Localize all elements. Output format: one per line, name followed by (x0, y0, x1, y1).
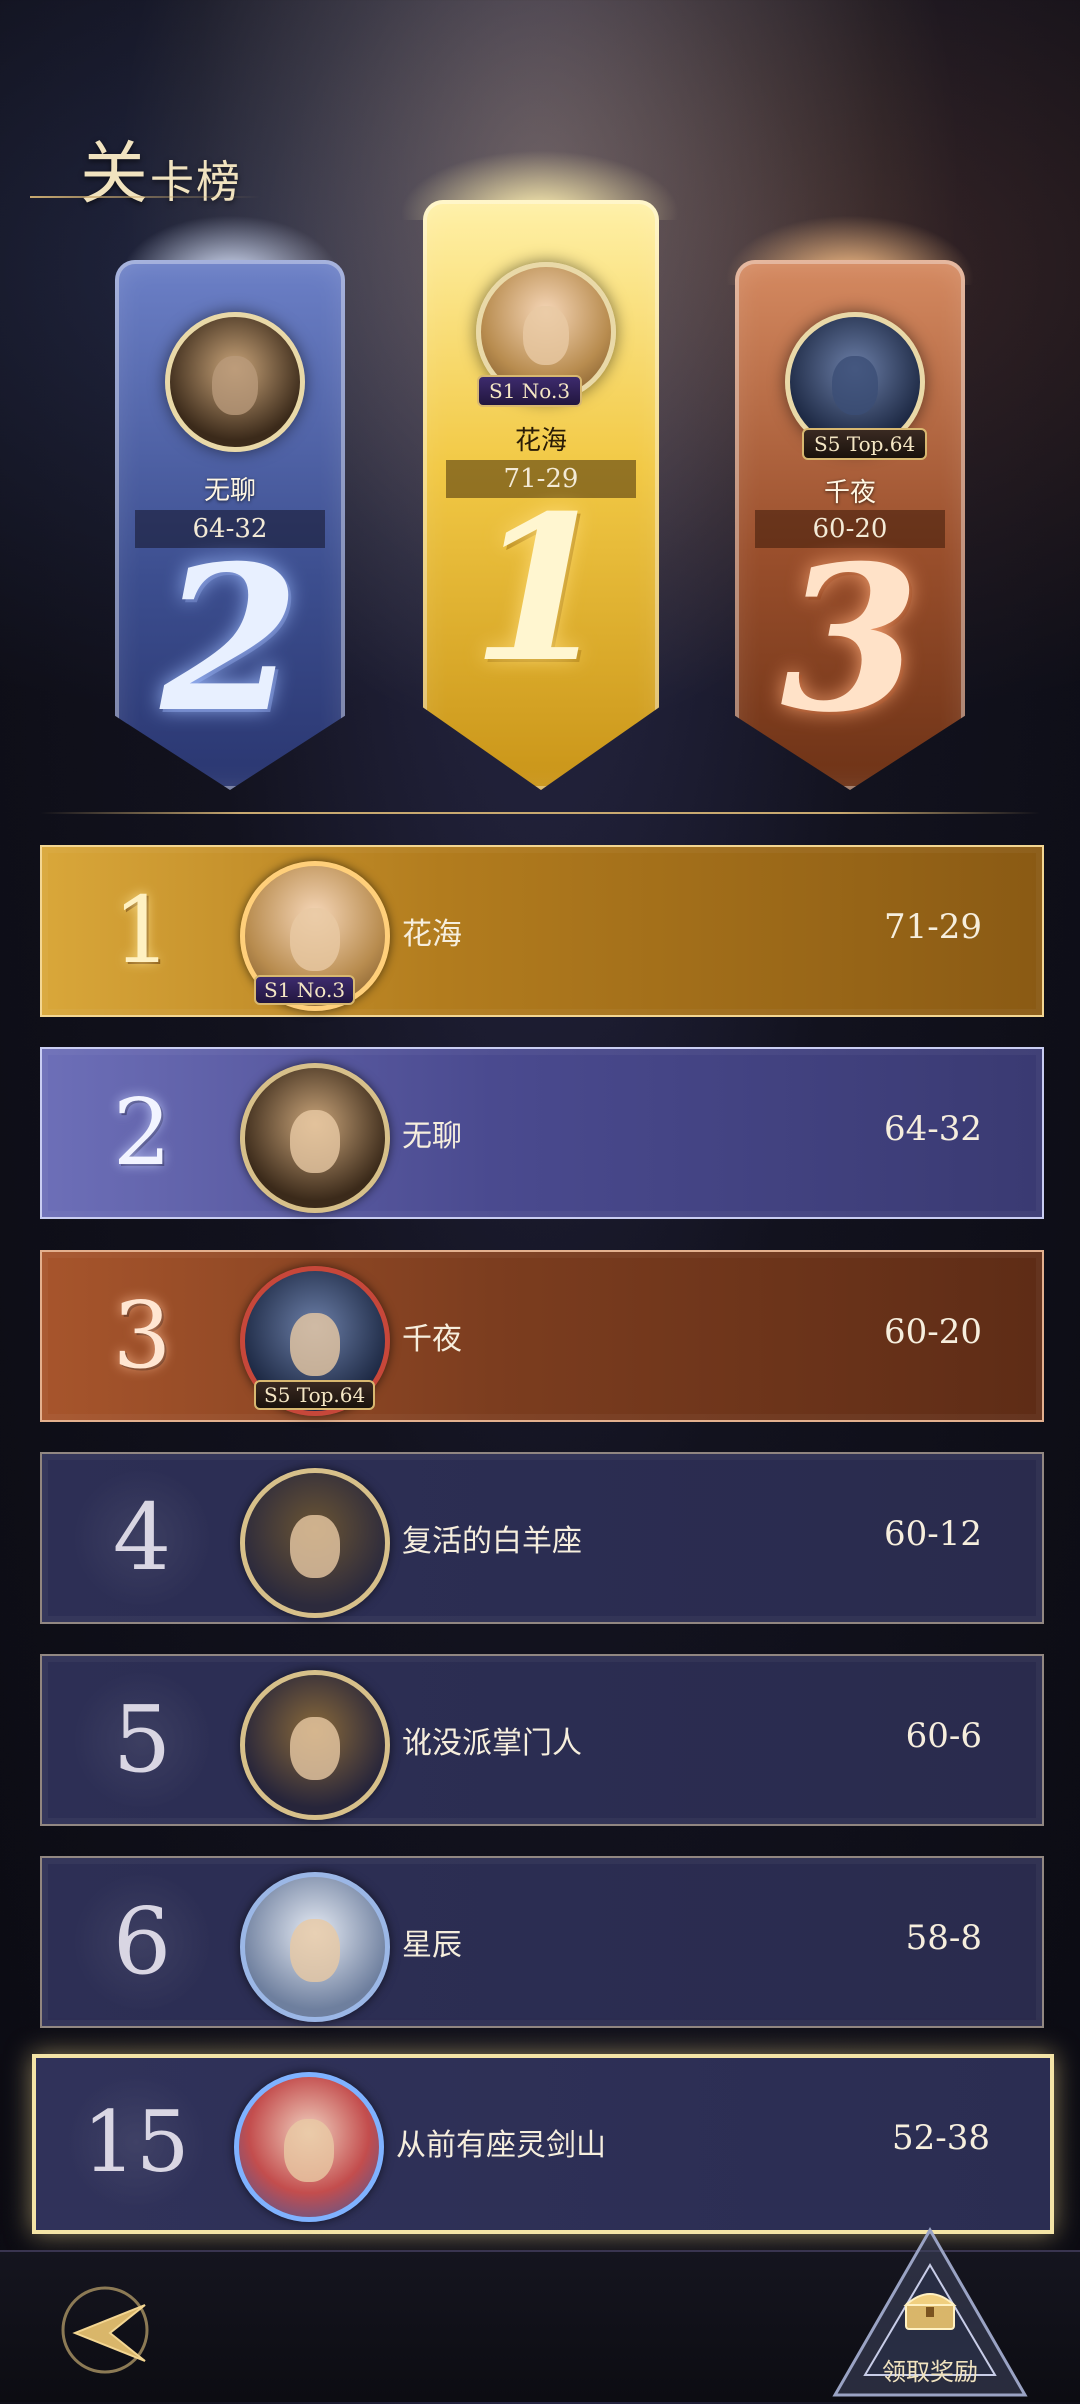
podium-first-name: 花海 (514, 426, 567, 456)
treasure-chest-icon (903, 2293, 957, 2330)
ranking-row-6[interactable]: 6 星辰 58-8 (40, 1856, 1044, 2028)
ranking-row-1[interactable]: 1 S1 No.3 花海 71-29 (40, 845, 1044, 1017)
player-avatar[interactable] (240, 1063, 390, 1213)
ranking-row-2[interactable]: 2 无聊 64-32 (40, 1047, 1044, 1219)
my-ranking-row[interactable]: 15 从前有座灵剑山 52-38 (32, 2054, 1054, 2234)
podium-second-avatar[interactable] (165, 312, 305, 452)
player-score: 71-29 (883, 907, 982, 947)
section-divider (40, 812, 1040, 814)
podium-second-rank: 2 (160, 522, 300, 757)
back-arrow-icon (61, 2286, 149, 2374)
player-name: 从前有座灵剑山 (396, 2128, 606, 2163)
avatar-face (831, 356, 879, 415)
rank-number: 5 (72, 1670, 212, 1810)
ranking-row-5[interactable]: 5 讹没派掌门人 60-6 (40, 1654, 1044, 1826)
podium-second-name: 无聊 (203, 476, 256, 506)
avatar-face (289, 1313, 341, 1376)
podium-third-name: 千夜 (823, 478, 876, 508)
claim-reward-label: 领取奖励 (882, 2358, 978, 2386)
player-score: 60-20 (883, 1312, 982, 1352)
player-score: 60-6 (905, 1716, 982, 1756)
avatar-face (289, 1110, 341, 1173)
rank-number: 2 (112, 1079, 172, 1186)
player-avatar[interactable] (240, 1670, 390, 1820)
player-score: 60-12 (883, 1514, 982, 1554)
season-badge: S1 No.3 (254, 975, 356, 1005)
rank-number: 4 (72, 1468, 212, 1608)
page-title-rest: 卡榜 (150, 157, 243, 208)
avatar-face (289, 1515, 341, 1578)
podium-third-rank: 3 (780, 522, 920, 757)
player-name: 复活的白羊座 (402, 1524, 582, 1559)
season-badge: S5 Top.64 (254, 1380, 376, 1410)
back-button[interactable] (50, 2275, 160, 2385)
player-score: 64-32 (883, 1109, 982, 1149)
player-name: 千夜 (402, 1322, 462, 1357)
avatar-face (283, 2119, 335, 2182)
player-avatar[interactable] (240, 1872, 390, 2022)
title-underline (30, 196, 260, 198)
avatar-face (522, 306, 570, 365)
ranking-row-3[interactable]: 3 S5 Top.64 千夜 60-20 (40, 1250, 1044, 1422)
avatar-face (211, 356, 259, 415)
podium-first-badge: S1 No.3 (477, 375, 583, 407)
rank-number: 15 (66, 2072, 206, 2212)
rank-number: 1 (112, 877, 172, 984)
podium-first-rank: 1 (471, 472, 611, 707)
page-title: 关卡榜 (80, 118, 242, 217)
page-title-big: 关 (80, 135, 151, 214)
avatar-face (289, 1717, 341, 1780)
player-avatar[interactable] (234, 2072, 384, 2222)
player-score: 52-38 (891, 2118, 990, 2158)
player-name: 无聊 (402, 1119, 462, 1154)
avatar-face (289, 908, 341, 971)
player-avatar[interactable] (240, 1468, 390, 1618)
player-name: 星辰 (402, 1928, 462, 1963)
ranking-row-4[interactable]: 4 复活的白羊座 60-12 (40, 1452, 1044, 1624)
player-score: 58-8 (905, 1918, 982, 1958)
avatar-face (289, 1919, 341, 1982)
player-name: 花海 (402, 917, 462, 952)
rank-number: 3 (112, 1282, 172, 1389)
player-name: 讹没派掌门人 (402, 1726, 582, 1761)
rank-number: 6 (72, 1872, 212, 2012)
podium-third-badge: S5 Top.64 (802, 428, 928, 460)
